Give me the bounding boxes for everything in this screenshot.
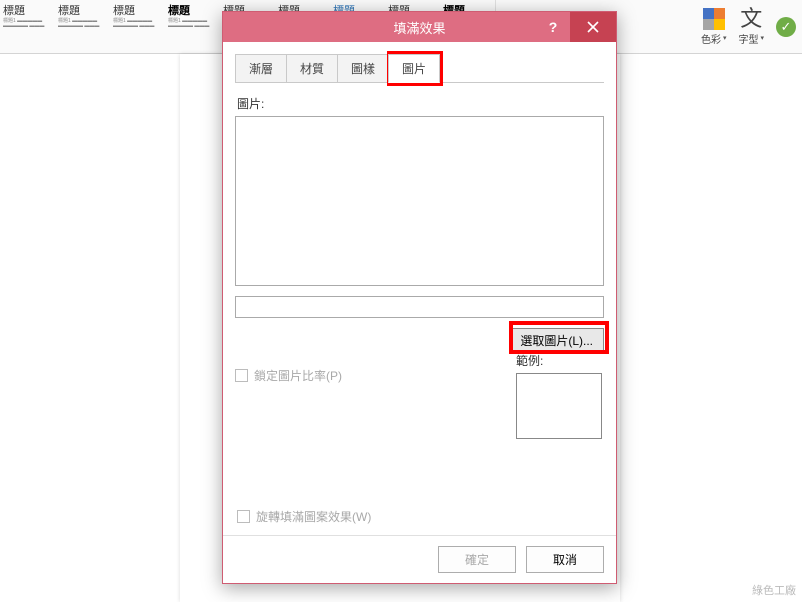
- color-swatch-icon: [703, 8, 725, 30]
- set-default-button[interactable]: ✓: [770, 0, 802, 53]
- style-thumb[interactable]: 標題標題1 ▬▬▬▬▬ ▬▬▬▬▬ ▬▬▬: [165, 0, 220, 53]
- picture-preview-box: [235, 116, 604, 286]
- dialog-tabs: 漸層 材質 圖樣 圖片: [235, 54, 604, 83]
- rotate-fill-label: 旋轉填滿圖案效果(W): [256, 508, 371, 525]
- tab-pattern[interactable]: 圖樣: [337, 54, 389, 82]
- lock-ratio-checkbox[interactable]: [235, 369, 248, 382]
- select-picture-button[interactable]: 選取圖片(L)...: [509, 328, 604, 353]
- rotate-fill-checkbox-row: 旋轉填滿圖案效果(W): [237, 508, 371, 525]
- ok-button[interactable]: 確定: [438, 546, 516, 573]
- picture-filename-field: [235, 296, 604, 318]
- font-glyph-icon: 文: [740, 8, 762, 30]
- cancel-button[interactable]: 取消: [526, 546, 604, 573]
- tab-texture[interactable]: 材質: [286, 54, 338, 82]
- check-circle-icon: ✓: [776, 17, 796, 37]
- colors-dropdown[interactable]: 色彩▾: [695, 0, 733, 53]
- tab-gradient[interactable]: 漸層: [235, 54, 287, 82]
- sample-preview-box: [516, 373, 602, 439]
- fonts-dropdown[interactable]: 文 字型▾: [732, 0, 770, 53]
- rotate-fill-checkbox[interactable]: [237, 510, 250, 523]
- watermark-text: 綠色工廠: [752, 582, 796, 598]
- lock-ratio-label: 鎖定圖片比率(P): [254, 367, 342, 384]
- sample-label: 範例:: [516, 352, 602, 369]
- style-thumb[interactable]: 標題標題1 ▬▬▬▬▬ ▬▬▬▬▬ ▬▬▬: [110, 0, 165, 53]
- style-thumb[interactable]: 標題標題1 ▬▬▬▬▬ ▬▬▬▬▬ ▬▬▬: [55, 0, 110, 53]
- dialog-title: 填滿效果: [223, 18, 616, 37]
- dialog-titlebar[interactable]: 填滿效果 ?: [223, 12, 616, 42]
- tab-picture[interactable]: 圖片: [388, 54, 440, 83]
- picture-section-label: 圖片:: [237, 95, 604, 112]
- fill-effects-dialog: 填滿效果 ? 漸層 材質 圖樣 圖片 圖片: 選取圖片(L)... 鎖定圖片比率…: [222, 11, 617, 584]
- style-thumb[interactable]: 標題標題1 ▬▬▬▬▬ ▬▬▬▬▬ ▬▬▬: [0, 0, 55, 53]
